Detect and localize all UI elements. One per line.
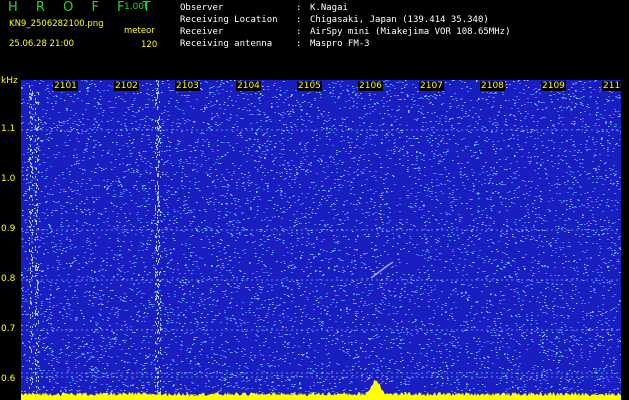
spectrum-overlay [21,380,621,400]
x-axis-tick: 2107 [419,81,444,91]
x-axis-tick: 2102 [114,81,139,91]
info-row-location: Receiving Location: Chigasaki, Japan (139… [180,14,510,26]
info-colon: : [296,39,302,49]
info-colon: : [296,3,302,13]
info-value: Maspro FM-3 [310,39,370,49]
info-value: K.Nagai [310,3,348,13]
y-axis-label: 0.8 [1,274,16,284]
count-value: 120 [141,40,158,50]
info-key: Observer [180,3,224,13]
x-axis-tick: 2106 [358,81,383,91]
date-time: 25.06.28 21:00 [9,39,75,49]
y-axis-label: 1.1 [1,124,16,134]
info-key: Receiving Location [180,15,278,25]
info-row-receiver: Receiver: AirSpy mini (Miakejima VOR 108.… [180,26,510,38]
waterfall-plot[interactable]: 2101 2102 2103 2104 2105 2106 2107 2108 … [21,80,621,400]
y-axis-label: 1.0 [1,174,16,184]
info-key: Receiver [180,27,224,37]
y-axis-label: 0.7 [1,324,16,334]
x-axis-tick: 2109 [541,81,566,91]
info-key: Receiving antenna [180,39,273,49]
x-axis-tick: 2105 [297,81,322,91]
x-axis-tick: 2108 [480,81,505,91]
info-value: Chigasaki, Japan (139.414 35.340) [310,15,489,25]
file-name: KN9_2506282100.png [9,19,104,29]
x-axis-tick: 2103 [175,81,200,91]
x-axis-tick: 2104 [236,81,261,91]
info-row-antenna: Receiving antenna: Maspro FM-3 [180,38,510,50]
info-colon: : [296,27,302,37]
y-axis-label: 0.9 [1,224,16,234]
info-row-observer: Observer: K.Nagai [180,2,510,14]
y-axis-label: 0.6 [1,374,16,384]
observation-info: Observer: K.Nagai Receiving Location: Chig… [180,2,510,50]
info-colon: : [296,15,302,25]
app-version: 1.00f [124,2,148,12]
x-axis-tick: 2110 [602,81,621,91]
y-axis-unit: kHz [1,76,18,86]
x-axis-tick: 2101 [53,81,78,91]
spectrum-trace [21,380,621,400]
mode-label: meteor [124,26,155,36]
info-value: AirSpy mini (Miakejima VOR 108.65MHz) [310,27,511,37]
